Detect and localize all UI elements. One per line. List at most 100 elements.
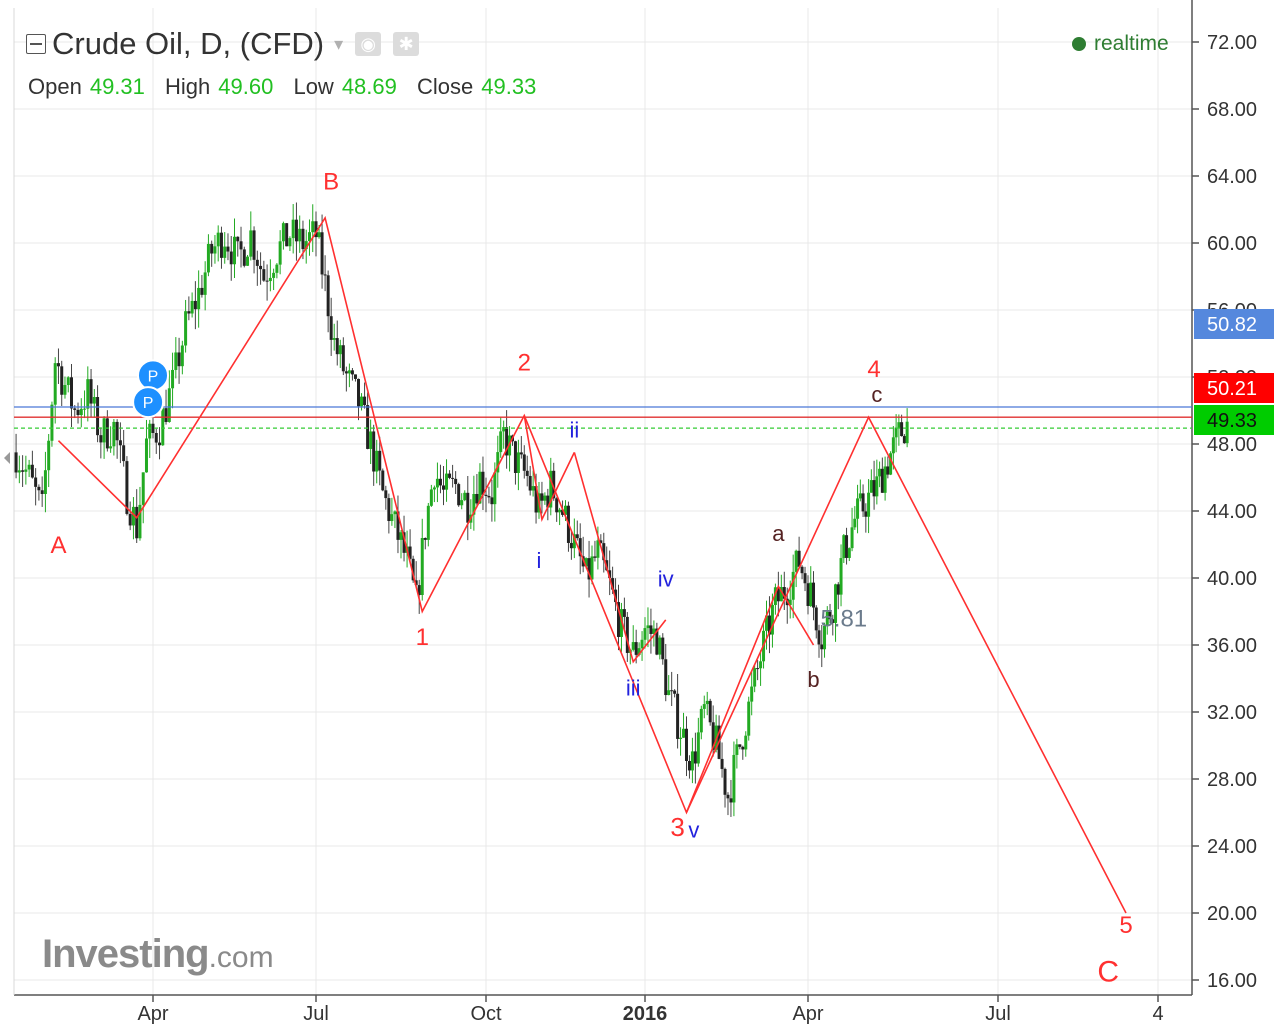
candle-body xyxy=(661,637,665,660)
candle-body xyxy=(47,440,51,471)
pin-marker[interactable]: P xyxy=(132,386,165,419)
candle-body xyxy=(457,484,461,506)
candle-body xyxy=(812,582,816,608)
x-tick-label: Jul xyxy=(303,1003,329,1025)
candle-body xyxy=(673,690,677,694)
candle-body xyxy=(174,352,178,370)
candle-body xyxy=(89,379,93,404)
candle-body xyxy=(164,408,168,422)
candle-body xyxy=(177,352,181,367)
candle-body xyxy=(684,728,688,761)
candle-body xyxy=(522,454,526,471)
candle-body xyxy=(558,509,562,513)
wave-label-iv: iv xyxy=(658,566,674,591)
candle-body xyxy=(460,500,464,506)
chevron-down-icon[interactable]: ▾ xyxy=(334,34,343,55)
candle-body xyxy=(791,571,795,600)
candle-body xyxy=(744,735,748,750)
candle-body xyxy=(429,489,433,506)
candle-body xyxy=(30,464,34,478)
candle-body xyxy=(197,287,201,310)
candle-body xyxy=(891,437,895,454)
candle-body xyxy=(856,498,860,519)
candle-body xyxy=(886,466,890,475)
candle-body xyxy=(426,505,430,540)
candle-body xyxy=(499,431,503,453)
collapse-icon[interactable] xyxy=(26,34,46,54)
candle-body xyxy=(363,396,367,406)
candle-body xyxy=(634,642,638,655)
chart-area[interactable]: 72.0068.0064.0060.0056.0052.0048.0044.00… xyxy=(0,0,1282,1029)
high-value: 49.60 xyxy=(218,74,274,99)
wave-label-B: B xyxy=(323,168,339,195)
eye-icon[interactable]: ◉ xyxy=(355,32,382,56)
candle-body xyxy=(484,494,488,496)
x-tick-label: 4 xyxy=(1152,1003,1163,1025)
pin-marker[interactable]: P xyxy=(137,359,169,392)
candle-body xyxy=(435,478,439,488)
candle-body xyxy=(353,374,357,379)
candle-body xyxy=(590,556,594,580)
y-tick-label: 44.00 xyxy=(1207,501,1257,523)
candle-body xyxy=(902,436,906,444)
candle-body xyxy=(867,492,871,517)
candle-body xyxy=(210,243,214,254)
candle-body xyxy=(643,628,647,640)
y-tick-label: 20.00 xyxy=(1207,903,1257,925)
candle-body xyxy=(180,345,184,367)
candle-body xyxy=(770,605,774,635)
y-tick-label: 32.00 xyxy=(1207,702,1257,724)
chart-title[interactable]: Crude Oil, D, (CFD) xyxy=(52,26,324,62)
candle-body xyxy=(747,701,751,736)
chart-background xyxy=(0,0,1282,1029)
candle-body xyxy=(249,230,253,257)
logo-suffix: .com xyxy=(208,941,274,974)
candle-body xyxy=(347,370,351,374)
candle-body xyxy=(814,607,818,631)
candle-body xyxy=(141,472,145,505)
candle-body xyxy=(723,768,727,795)
candle-body xyxy=(525,470,529,476)
candle-body xyxy=(750,686,754,702)
wave-label-2: 2 xyxy=(518,349,531,376)
candle-body xyxy=(366,405,370,449)
candle-body xyxy=(687,760,691,771)
candle-body xyxy=(850,527,854,549)
candle-body xyxy=(53,363,57,405)
candle-body xyxy=(246,256,250,266)
candle-body xyxy=(40,490,44,494)
candle-body xyxy=(242,249,246,266)
candle-body xyxy=(200,287,204,295)
candle-body xyxy=(291,219,295,239)
candle-body xyxy=(265,280,269,282)
candle-body xyxy=(543,495,547,501)
low-value: 48.69 xyxy=(341,74,397,99)
candle-body xyxy=(806,583,810,606)
candle-body xyxy=(79,408,83,416)
candle-body xyxy=(135,506,139,539)
y-tick-label: 40.00 xyxy=(1207,568,1257,590)
candle-body xyxy=(900,422,904,437)
candle-body xyxy=(658,637,662,655)
candle-body xyxy=(883,466,887,493)
y-tick-label: 48.00 xyxy=(1207,434,1257,456)
price-chart[interactable]: 72.0068.0064.0060.0056.0052.0048.0044.00… xyxy=(0,0,1282,1029)
candle-body xyxy=(323,274,327,276)
candle-body xyxy=(43,470,47,494)
candle-body xyxy=(676,693,680,739)
candle-body xyxy=(393,511,397,515)
gear-icon[interactable]: ✱ xyxy=(393,32,420,56)
candle-body xyxy=(184,311,188,346)
y-tick-label: 36.00 xyxy=(1207,635,1257,657)
y-tick-label: 60.00 xyxy=(1207,233,1257,255)
candle-body xyxy=(294,219,298,242)
candle-body xyxy=(148,423,152,439)
candle-body xyxy=(105,418,109,449)
candle-body xyxy=(693,751,697,764)
y-tick-label: 72.00 xyxy=(1207,32,1257,54)
candle-body xyxy=(233,236,236,265)
candle-body xyxy=(432,487,436,490)
candle-body xyxy=(490,497,494,505)
candle-body xyxy=(252,230,256,260)
wave-label-4: 4 xyxy=(867,356,880,383)
